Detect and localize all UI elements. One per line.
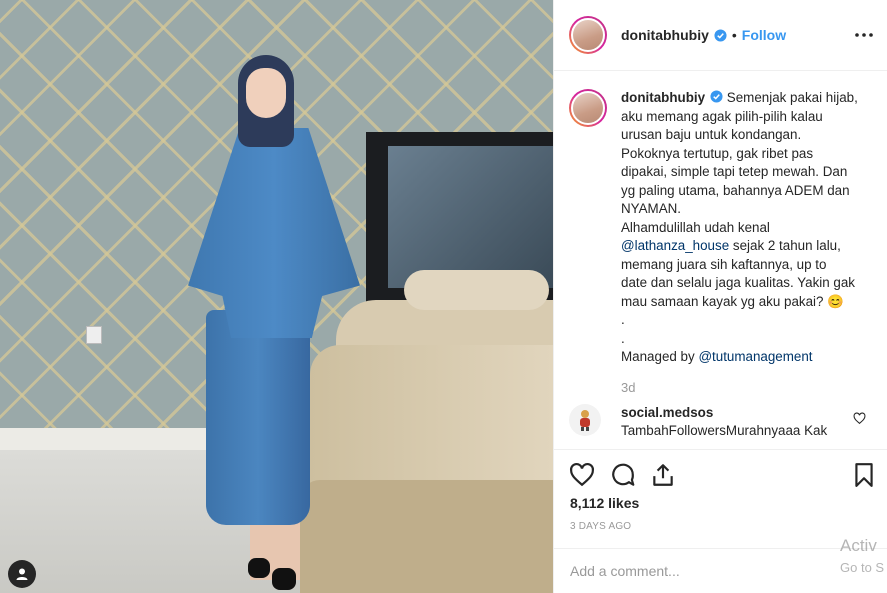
post-date[interactable]: 3 DAYS AGO	[570, 521, 631, 532]
separator-dot: •	[731, 27, 737, 43]
figure-face	[246, 68, 286, 118]
figure-shoe-right	[272, 568, 296, 590]
header-username[interactable]: donitabhubiy	[621, 27, 709, 43]
sofa-base	[300, 480, 553, 593]
verified-badge-icon	[714, 28, 727, 42]
post-side-panel: donitabhubiy • Follow donitabhubiy Semen…	[553, 0, 887, 593]
caption-line: date dan selalu jaga kualitas. Yakin gak	[621, 275, 856, 290]
more-options-icon[interactable]	[854, 26, 874, 44]
caption-line: mau samaan kayak yg aku pakai? 😊	[621, 293, 844, 309]
post-header: donitabhubiy • Follow	[554, 0, 887, 71]
comment-text: TambahFollowersMurahnyaaa Kak	[621, 423, 828, 438]
add-comment-section	[554, 548, 887, 593]
caption-line: Pokoknya tertutup, gak ribet pas	[621, 145, 814, 161]
caption-line: Semenjak pakai hijab,	[726, 90, 858, 105]
avatar[interactable]	[569, 16, 607, 54]
likes-count[interactable]: 8,112 likes	[570, 495, 639, 511]
caption-line: aku memang agak pilih-pilih kalau	[621, 108, 823, 124]
verified-badge-icon	[710, 90, 723, 103]
user-tag-button[interactable]	[8, 560, 36, 588]
activation-watermark-sub: Go to S	[840, 560, 885, 575]
add-comment-input[interactable]	[570, 563, 810, 579]
caption-line: memang juara sih kaftannya, up to	[621, 256, 827, 272]
caption-line: NYAMAN.	[621, 201, 682, 216]
comment-like-icon[interactable]	[853, 412, 866, 425]
avatar-figure-icon	[580, 410, 590, 431]
heart-icon[interactable]	[569, 462, 595, 488]
caption-line: urusan baju untuk kondangan.	[621, 127, 802, 142]
wall-outlet	[86, 326, 102, 344]
television-screen	[388, 146, 553, 288]
comment-item: social.medsos TambahFollowersMurahnyaaa …	[569, 404, 874, 440]
follow-button[interactable]: Follow	[742, 27, 786, 43]
caption-username[interactable]: donitabhubiy	[621, 90, 705, 105]
share-icon[interactable]	[650, 462, 676, 488]
post-photo[interactable]	[0, 0, 553, 593]
bookmark-icon[interactable]	[851, 462, 877, 488]
comment-username[interactable]: social.medsos	[621, 404, 827, 422]
sofa-pillow	[404, 270, 549, 310]
comment-avatar[interactable]	[569, 404, 601, 436]
caption: donitabhubiy Semenjak pakai hijab, aku m…	[554, 72, 887, 382]
caption-line: .	[621, 312, 625, 327]
mention-link-tutumanagement[interactable]: @tutumanagement	[698, 349, 812, 364]
caption-line: yg paling utama, bahannya ADEM dan	[621, 182, 850, 198]
user-tag-icon	[16, 568, 28, 580]
caption-avatar[interactable]	[569, 89, 607, 127]
activation-watermark: Activ	[840, 536, 877, 555]
caption-line: dipakai, simple tapi tetep mewah. Dan	[621, 164, 848, 179]
caption-line: Managed by	[621, 349, 695, 364]
action-bar	[554, 449, 887, 499]
caption-line: sejak 2 tahun lalu,	[732, 238, 841, 253]
figure-skirt	[206, 310, 310, 525]
figure-shoe-left	[248, 558, 270, 578]
caption-time-ago[interactable]: 3d	[621, 380, 635, 395]
caption-text: donitabhubiy Semenjak pakai hijab, aku m…	[621, 89, 867, 382]
comment-icon[interactable]	[610, 462, 636, 488]
caption-line: .	[621, 330, 625, 346]
caption-line: Alhamdulillah udah kenal	[621, 219, 770, 235]
mention-link-lathanza[interactable]: @lathanza_house	[621, 238, 729, 253]
